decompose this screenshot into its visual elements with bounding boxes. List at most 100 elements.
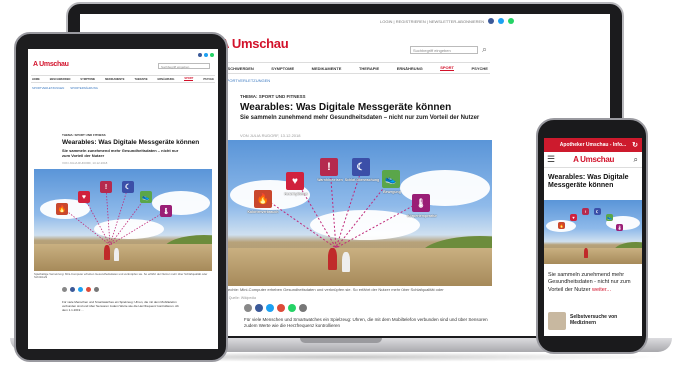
moon-icon: ☾ [122, 181, 134, 193]
thermometer-icon: 🌡 [616, 224, 623, 231]
phone-hero-image: 🔥 ♥ ! ☾ 👟 🌡 [544, 200, 642, 264]
facebook-share-icon[interactable] [255, 304, 263, 312]
devices-mockup: LOGIN | REGISTRIEREN | NEWSLETTER-ABONNI… [0, 0, 680, 370]
laptop-top-links: LOGIN | REGISTRIEREN | NEWSLETTER-ABONNI… [380, 18, 515, 24]
image-caption: Bildrechte: Mini-Computer erheben Gesund… [220, 287, 444, 292]
phone-title: Wearables: Was Digitale Messgeräte könne… [548, 174, 629, 190]
mail-share-icon[interactable] [299, 304, 307, 312]
phone-lead: Sie sammeln zunehmend mehr Gesundheitsda… [548, 272, 638, 294]
nav-psyche[interactable]: PSYCHE [472, 66, 488, 71]
share-bar [244, 304, 307, 312]
thermometer-icon: 🌡 [412, 194, 430, 212]
nav-sport[interactable]: SPORT [440, 65, 454, 71]
phone-app-bar: Apotheker Umschau - Info... ↻ [544, 138, 642, 152]
fire-icon: 🔥 [254, 190, 272, 208]
nav-symptome[interactable]: SYMPTOME [80, 78, 95, 81]
phone-app-title: Apotheker Umschau - Info... [559, 142, 627, 148]
article-title: Wearables: Was Digitale Messgeräte könne… [240, 102, 452, 113]
read-more-link[interactable]: weiter... [592, 287, 611, 293]
mail-share-icon[interactable] [94, 287, 99, 292]
main-nav: BESCHWERDEN SYMPTOME MEDIKAMENTE THERAPI… [220, 62, 490, 74]
heart-icon: ♥ [78, 191, 90, 203]
tablet-search-input[interactable]: Suchbegriff eingeben [158, 63, 210, 69]
shoe-icon: 👟 [382, 170, 400, 188]
tile-label-schlaf: Schlaf-überwachung [344, 178, 380, 182]
warning-icon: ! [320, 158, 338, 176]
hero-image: 🔥 Kalorienverbrauch ♥ Herzrhythmus ! War… [220, 140, 492, 286]
nav-therapie[interactable]: THERAPIE [134, 78, 147, 81]
tablet-caption: Spielhaltige Vernetzung: Mini-Computer e… [34, 272, 208, 280]
nav-beschwerden[interactable]: BESCHWERDEN [50, 78, 71, 81]
article-byline: VON JULIA RUDORF, 13.12.2018 [240, 133, 301, 138]
top-links-text[interactable]: LOGIN | REGISTRIEREN | NEWSLETTER-ABONNI… [380, 19, 484, 24]
subnav-sportverletzungen[interactable]: SPORTVERLETZUNGEN [224, 78, 270, 83]
runner-figure [114, 248, 119, 261]
tablet-frame: A Umschau Suchbegriff eingeben HOME BESC… [14, 32, 228, 362]
twitter-share-icon[interactable] [266, 304, 274, 312]
runner-figure [584, 248, 588, 258]
hamburger-menu-icon[interactable]: ☰ [547, 154, 555, 165]
nav-ernaehrung[interactable]: ERNÄHRUNG [158, 78, 175, 81]
ground [544, 248, 642, 264]
subnav-sporternaehrung[interactable]: SPORTERNÄHRUNG [70, 86, 98, 90]
shoe-icon: 👟 [606, 214, 613, 221]
tile-label-herzrhythmus: Herzrhythmus [284, 192, 308, 196]
article-body: Für viele Menschen und Smartwatches ein … [244, 317, 488, 328]
search-icon[interactable]: ⌕ [482, 44, 487, 55]
heart-icon: ♥ [570, 214, 577, 221]
nav-therapie[interactable]: THERAPIE [359, 66, 379, 71]
runner-figure [342, 252, 350, 272]
nav-sport[interactable]: SPORT [184, 77, 194, 81]
phone-header: ☰ A Umschau ⌕ [544, 152, 642, 168]
runner-figure [328, 248, 337, 270]
nav-home[interactable]: HOME [32, 78, 40, 81]
search-icon[interactable]: ⌕ [634, 155, 638, 165]
twitter-share-icon[interactable] [78, 287, 83, 292]
twitter-icon[interactable] [498, 18, 505, 24]
print-icon[interactable] [244, 304, 252, 312]
tile-label-koerpertemperatur: Körpertemperatur [407, 214, 437, 218]
tablet-screen: A Umschau Suchbegriff eingeben HOME BESC… [28, 49, 218, 349]
whatsapp-icon[interactable] [210, 53, 214, 57]
phone-logo[interactable]: A Umschau [573, 155, 614, 164]
search-input[interactable]: Suchbegriff eingeben [410, 46, 478, 54]
tablet-body: Für viele Menschen und Smartwatches ein … [62, 300, 179, 312]
article-kicker: THEMA: SPORT UND FITNESS [240, 94, 306, 99]
image-credit: Lauf, Quelle: Wikipedia [220, 296, 256, 300]
nav-medikamente[interactable]: MEDIKAMENTE [105, 78, 124, 81]
nav-medikamente[interactable]: MEDIKAMENTE [312, 66, 342, 71]
whatsapp-icon[interactable] [508, 18, 515, 24]
print-icon[interactable] [62, 287, 67, 292]
tablet-share-bar [62, 287, 99, 292]
teaser-title[interactable]: Selbstversuche von Medizinern [570, 314, 638, 326]
whatsapp-share-icon[interactable] [288, 304, 296, 312]
facebook-share-icon[interactable] [70, 287, 75, 292]
heart-icon: ♥ [286, 172, 304, 190]
tablet-logo[interactable]: A Umschau [33, 61, 69, 68]
tablet-kicker: THEMA: SPORT UND FITNESS [62, 133, 106, 137]
tablet-byline: VON JULIA RUDORF, 13.12.2018 [62, 161, 108, 165]
tablet-subnav: SPORTVERLETZUNGEN SPORTERNÄHRUNG [32, 86, 98, 90]
tablet-title: Wearables: Was Digitale Messgeräte könne… [62, 139, 200, 146]
facebook-icon[interactable] [488, 18, 495, 24]
phone-frame: Apotheker Umschau - Info... ↻ ☰ A Umscha… [536, 118, 648, 354]
article-lead: Sie sammeln zunehmend mehr Gesundheitsda… [240, 115, 480, 121]
googleplus-share-icon[interactable] [277, 304, 285, 312]
fire-icon: 🔥 [558, 222, 565, 229]
teaser-thumbnail[interactable] [548, 312, 566, 330]
laptop-notch [300, 338, 382, 343]
warning-icon: ! [582, 208, 589, 215]
subnav-sportverletzungen[interactable]: SPORTVERLETZUNGEN [32, 86, 64, 90]
nav-symptome[interactable]: SYMPTOME [271, 66, 294, 71]
site-logo[interactable]: A Umschau [220, 36, 289, 51]
refresh-icon[interactable]: ↻ [632, 141, 638, 149]
googleplus-share-icon[interactable] [86, 287, 91, 292]
facebook-icon[interactable] [198, 53, 202, 57]
nav-psyche[interactable]: PSYCHE [203, 78, 214, 81]
moon-icon: ☾ [352, 158, 370, 176]
nav-ernaehrung[interactable]: ERNÄHRUNG [397, 66, 423, 71]
twitter-icon[interactable] [204, 53, 208, 57]
tablet-social [198, 53, 214, 57]
tablet-lead: Sie sammeln zunehmend mehr Gesundheitsda… [62, 148, 179, 158]
phone-screen: Apotheker Umschau - Info... ↻ ☰ A Umscha… [544, 138, 642, 336]
